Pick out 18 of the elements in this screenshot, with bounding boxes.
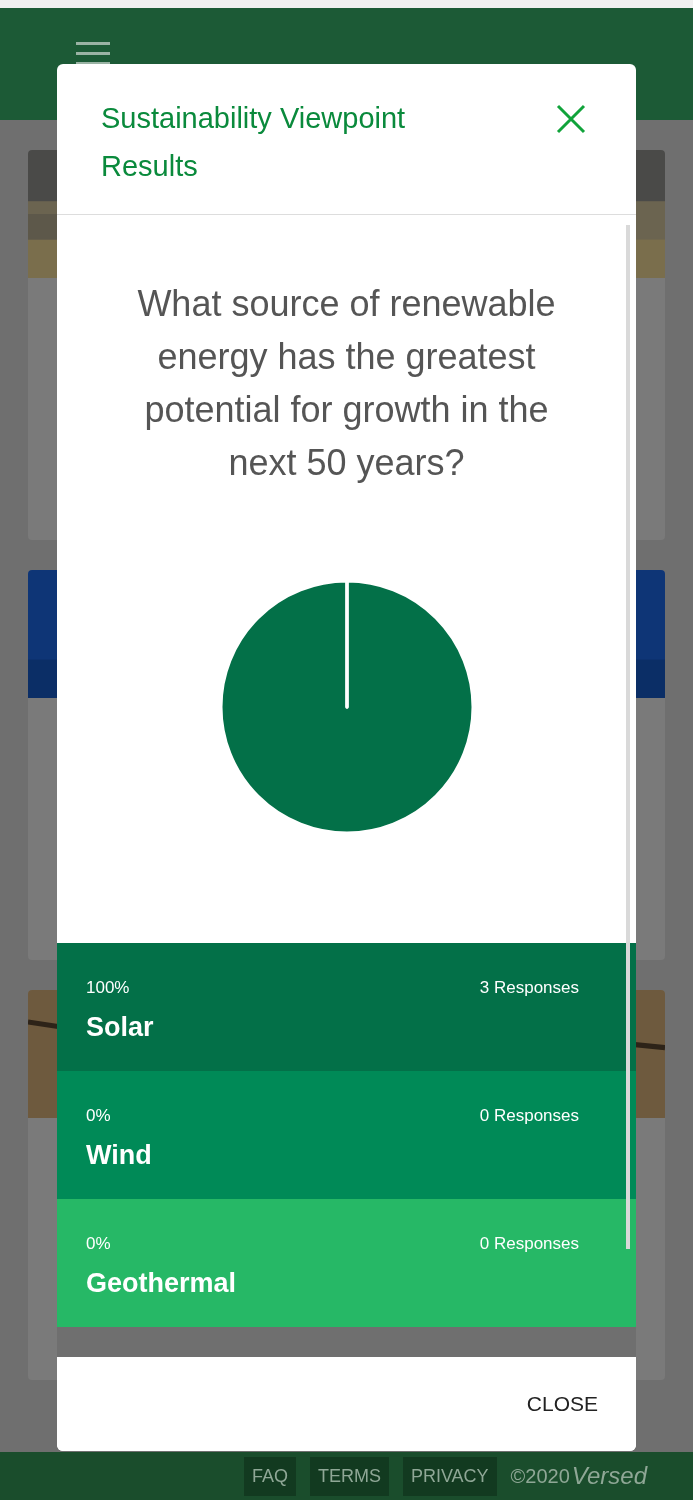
responses-count: 3 Responses	[479, 977, 579, 999]
question-text: What source of renewable energy has the greatest potential for growth in the next 50 years?	[136, 282, 557, 485]
footer-link[interactable]: TERMS	[309, 1456, 389, 1496]
brand-logo: Versed	[571, 1461, 647, 1491]
percent-text: 0%	[86, 1233, 111, 1255]
option-label: Wind	[86, 1138, 153, 1172]
responses-count: 0 Responses	[479, 1233, 579, 1255]
close-button[interactable]: CLOSE	[524, 1384, 600, 1424]
copyright-text: ©2020	[510, 1464, 570, 1489]
close-icon[interactable]	[556, 104, 586, 134]
footer-link[interactable]: FAQ	[243, 1456, 296, 1496]
percent-text: 100%	[86, 977, 130, 999]
option-label: Solar	[86, 1010, 155, 1044]
dialog-title: Sustainability Viewpoint Results	[101, 101, 407, 184]
option-label: Geothermal	[86, 1266, 238, 1300]
footer-link[interactable]: PRIVACY	[402, 1456, 497, 1496]
percent-text: 0%	[86, 1105, 111, 1127]
responses-count: 0 Responses	[479, 1105, 579, 1127]
